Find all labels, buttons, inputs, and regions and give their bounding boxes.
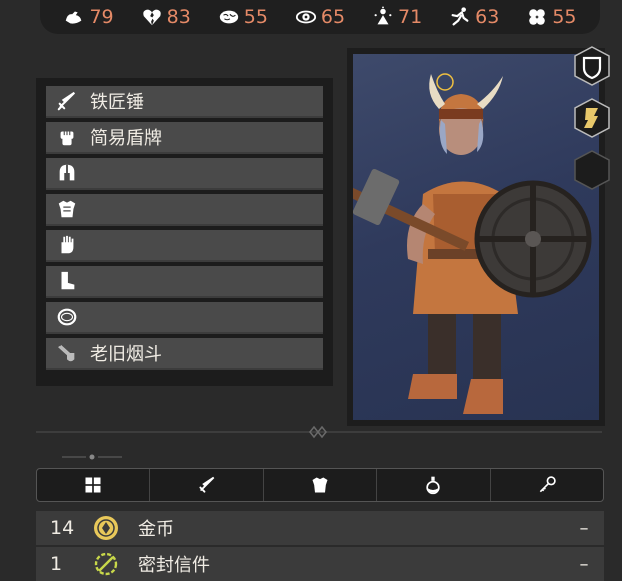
armor-icon: [58, 200, 76, 218]
key-tab-icon: [539, 476, 556, 493]
stat-value: 79: [89, 6, 114, 28]
stat-value: 83: [166, 6, 191, 28]
item-icon-wrap: [86, 515, 126, 541]
tab-all[interactable]: [37, 469, 151, 501]
stat-value: 55: [552, 6, 577, 28]
stat-value: 55: [243, 6, 268, 28]
item-action[interactable]: –: [564, 518, 604, 539]
inventory-category-tabs: [36, 468, 604, 502]
attribute-bar: 79 83 55 65 71 63 55: [40, 0, 600, 34]
inventory-row[interactable]: 14 金币 –: [36, 511, 604, 545]
item-count: 1: [50, 553, 63, 575]
gold-coin-icon: [94, 516, 118, 540]
divider-ornament-icon: [309, 425, 327, 439]
character-portrait: [347, 48, 605, 426]
helmet-icon: [59, 164, 75, 181]
all-items-icon: [85, 477, 101, 493]
item-name: 密封信件: [138, 555, 210, 576]
brain-icon: [219, 10, 238, 24]
stat-perception: 65: [295, 6, 345, 28]
stat-value: 71: [398, 6, 423, 28]
stat-value: 65: [320, 6, 346, 28]
equip-slot-feet[interactable]: [46, 266, 323, 298]
equipment-panel: 铁匠锤 简易盾牌 老旧烟斗: [36, 78, 333, 386]
potion-tab-icon: [426, 476, 441, 495]
empty-badge-icon[interactable]: [572, 150, 612, 190]
boot-icon: [61, 271, 75, 290]
stat-spirit: 71: [372, 6, 422, 28]
stat-value: 63: [475, 6, 500, 28]
eye-icon: [295, 10, 316, 24]
item-icon-wrap: [86, 551, 126, 577]
luck-clover-icon: [529, 9, 546, 25]
inventory-row[interactable]: 1 密封信件 –: [36, 547, 604, 581]
item-action[interactable]: –: [564, 554, 604, 575]
equip-slot-helmet[interactable]: [46, 158, 323, 190]
item-count: 14: [50, 517, 75, 539]
stat-agility: 63: [449, 6, 499, 28]
stat-luck: 55: [526, 6, 577, 28]
tab-consumables[interactable]: [377, 469, 491, 501]
slot-label: 简易盾牌: [90, 128, 162, 149]
broken-heart-icon: [142, 9, 161, 26]
viking-character-image: [353, 73, 592, 414]
item-name: 金币: [138, 519, 174, 540]
tab-weapons[interactable]: [150, 469, 264, 501]
stat-strength: 79: [63, 6, 114, 28]
character-viewport: [353, 54, 599, 420]
equip-slot-hands[interactable]: [46, 230, 323, 262]
fist-icon: [60, 131, 74, 146]
ring-icon: [57, 308, 77, 326]
slot-label: 老旧烟斗: [90, 344, 162, 365]
shield-badge-icon[interactable]: [572, 46, 612, 86]
sword-icon: [57, 91, 76, 111]
agility-icon: [451, 7, 469, 26]
spirit-icon: [374, 6, 392, 25]
small-ornament-icon: [62, 454, 122, 460]
stat-intellect: 55: [218, 6, 268, 28]
tab-keys[interactable]: [491, 469, 603, 501]
tab-armor[interactable]: [264, 469, 378, 501]
equip-slot-body[interactable]: [46, 194, 323, 226]
equip-slot-weapon[interactable]: 铁匠锤: [46, 86, 323, 118]
slot-label: 铁匠锤: [90, 92, 144, 113]
sealed-letter-icon: [94, 552, 118, 576]
equip-slot-trinket[interactable]: 老旧烟斗: [46, 338, 323, 370]
equip-slot-offhand[interactable]: 简易盾牌: [46, 122, 323, 154]
equip-slot-ring[interactable]: [46, 302, 323, 334]
armor-tab-icon: [312, 477, 328, 493]
strength-icon: [66, 11, 82, 24]
stat-vitality: 83: [141, 6, 191, 28]
scroll-badge-icon[interactable]: [572, 98, 612, 138]
glove-icon: [61, 235, 74, 254]
pipe-icon: [58, 344, 75, 362]
weapon-tab-icon: [199, 476, 214, 493]
